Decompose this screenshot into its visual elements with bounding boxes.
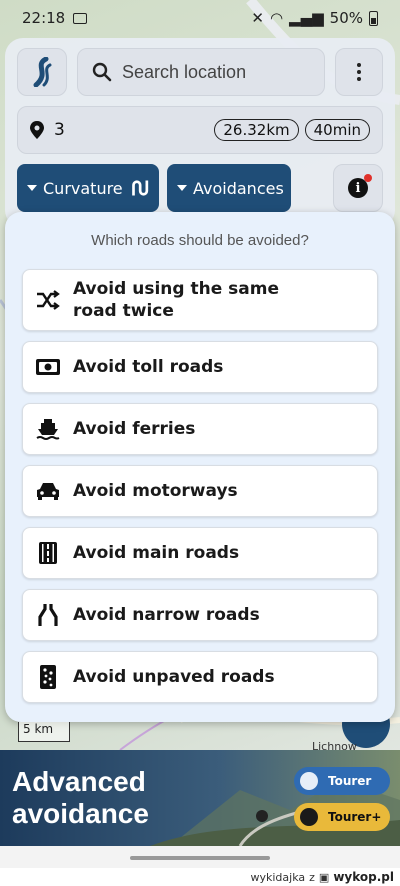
status-bar: 22:18 ✕ ◠ ▂▄▆ 50%: [0, 0, 400, 36]
battery-icon: [369, 10, 378, 26]
more-menu-button[interactable]: [335, 48, 383, 96]
signal-icon: ▂▄▆: [289, 9, 324, 27]
battery-percent: 50%: [329, 9, 363, 27]
search-bar[interactable]: Search location: [77, 48, 325, 96]
route-info-bar[interactable]: 3 26.32km 40min: [17, 106, 383, 154]
option-avoid-unpaved-roads[interactable]: Avoid unpaved roads: [22, 651, 378, 703]
waypoint-count: 3: [54, 120, 65, 140]
watermark-user: wykidajka: [250, 870, 306, 884]
wifi-icon: ◠: [269, 9, 284, 27]
wykop-logo-icon: ▣: [318, 870, 330, 884]
helmet-icon: [300, 808, 318, 826]
avoidances-popup: Which roads should be avoided? Avoid usi…: [5, 212, 395, 722]
option-avoid-toll-roads[interactable]: Avoid toll roads: [22, 341, 378, 393]
tourer-plus-badge[interactable]: Tourer+: [294, 803, 390, 831]
top-panel: Search location 3 26.32km 40min Curvatur…: [5, 38, 395, 228]
promo-title: Advanced avoidance: [12, 766, 149, 830]
promo-title-line1: Advanced: [12, 766, 146, 797]
watermark-footer: wykidajka z ▣ wykop.pl: [0, 868, 400, 886]
option-label: Avoid using the same road twice: [73, 278, 279, 322]
avoidances-label: Avoidances: [193, 178, 284, 198]
watermark-site: wykop.pl: [333, 870, 394, 884]
shuffle-icon: [35, 287, 61, 313]
search-placeholder: Search location: [122, 61, 247, 82]
info-icon: i: [348, 174, 372, 198]
unpaved-road-icon: [35, 664, 61, 690]
search-icon: [92, 62, 112, 82]
option-label-line2: road twice: [73, 301, 174, 321]
map-scale: 5 km: [18, 722, 70, 742]
more-vert-icon: [357, 63, 361, 67]
gallery-icon: [73, 12, 88, 24]
notification-dot: [364, 174, 372, 182]
narrow-road-icon: [35, 602, 61, 628]
car-icon: [35, 478, 61, 504]
option-label: Avoid narrow roads: [73, 605, 260, 625]
banknote-icon: [35, 354, 61, 380]
app-logo-button[interactable]: [17, 48, 67, 96]
caret-down-icon: [27, 185, 37, 191]
home-gesture-handle[interactable]: [130, 856, 270, 860]
popup-title: Which roads should be avoided?: [91, 232, 309, 249]
option-avoid-main-roads[interactable]: Avoid main roads: [22, 527, 378, 579]
curvature-label: Curvature: [43, 178, 123, 198]
tourer-badge[interactable]: Tourer: [294, 767, 390, 795]
option-avoid-motorways[interactable]: Avoid motorways: [22, 465, 378, 517]
app-logo-icon: [33, 57, 52, 87]
tourer-plus-label: Tourer+: [328, 810, 382, 824]
road-icon: [35, 540, 61, 566]
option-label: Avoid ferries: [73, 419, 196, 439]
route-duration: 40min: [304, 119, 370, 141]
ferry-icon: [35, 416, 61, 442]
mute-icon: ✕: [251, 9, 264, 27]
curvy-road-icon: [131, 180, 148, 196]
caret-down-icon: [177, 185, 187, 191]
avoidances-dropdown[interactable]: Avoidances: [167, 164, 291, 212]
status-time: 22:18: [22, 9, 66, 27]
route-distance: 26.32km: [214, 119, 299, 141]
option-label-line1: Avoid using the same: [73, 279, 279, 299]
location-pin-icon: [30, 121, 44, 139]
option-label: Avoid unpaved roads: [73, 667, 275, 687]
promo-banner[interactable]: Advanced avoidance: [0, 750, 400, 846]
watermark-sep: z: [309, 870, 315, 884]
option-label: Avoid toll roads: [73, 357, 224, 377]
option-avoid-narrow-roads[interactable]: Avoid narrow roads: [22, 589, 378, 641]
option-avoid-ferries[interactable]: Avoid ferries: [22, 403, 378, 455]
helmet-icon: [300, 772, 318, 790]
curvature-dropdown[interactable]: Curvature: [17, 164, 159, 212]
option-label: Avoid motorways: [73, 481, 238, 501]
promo-title-line2: avoidance: [12, 798, 149, 829]
tourer-label: Tourer: [328, 774, 372, 788]
info-button[interactable]: i: [333, 164, 383, 212]
option-label: Avoid main roads: [73, 543, 240, 563]
option-avoid-same-road[interactable]: Avoid using the same road twice: [22, 269, 378, 331]
